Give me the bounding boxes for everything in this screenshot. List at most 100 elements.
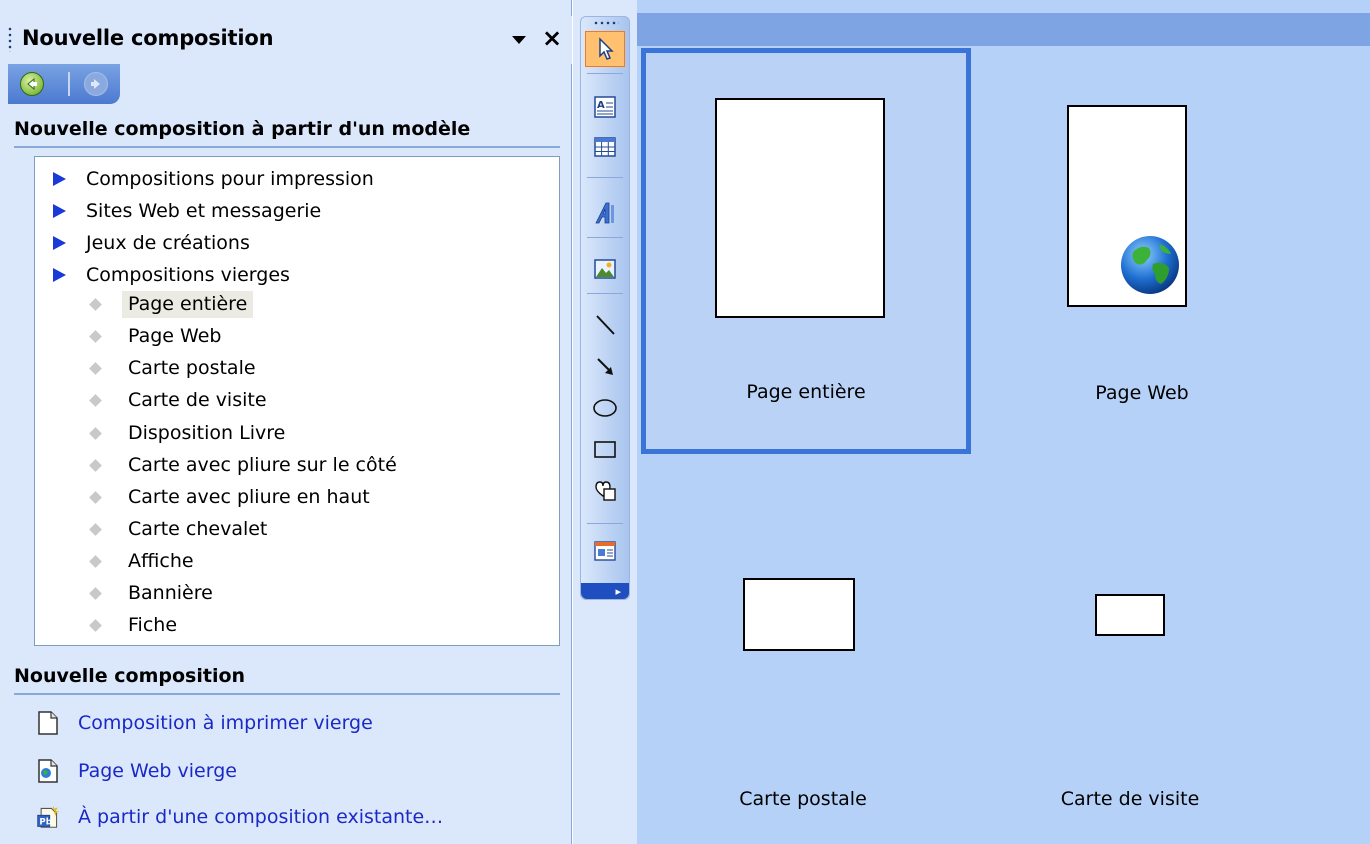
new-section-heading: Nouvelle composition [14, 665, 560, 695]
toolbar-separator [587, 293, 623, 294]
gallery-item-business-card[interactable]: Carte de visite [977, 472, 1349, 832]
gallery-item-label: Carte de visite [1060, 788, 1200, 810]
objects-toolbar: A ▸ [580, 16, 630, 600]
design-gallery-object-icon [594, 541, 616, 561]
blank-item-label: Bannière [128, 581, 213, 604]
back-button[interactable] [20, 72, 44, 96]
rectangle-tool-button[interactable] [585, 431, 625, 467]
blank-item-poster[interactable]: Affiche [89, 546, 200, 576]
dropdown-arrow-icon [512, 36, 526, 44]
design-gallery-object-button[interactable] [585, 533, 625, 569]
blank-item-label: Carte chevalet [128, 517, 268, 540]
blank-item-label: Carte avec pliure sur le côté [128, 453, 397, 476]
category-label: Jeux de créations [86, 232, 250, 254]
blank-item-business-card[interactable]: Carte de visite [89, 385, 273, 415]
blank-item-side-fold-card[interactable]: Carte avec pliure sur le côté [89, 450, 403, 480]
toolbar-grip-handle[interactable] [593, 21, 619, 25]
blank-item-label: Disposition Livre [128, 421, 286, 444]
back-arrow-icon [27, 77, 37, 91]
link-from-existing[interactable]: Pb À partir d'une composition existante… [36, 802, 443, 832]
toolbar-separator [587, 237, 623, 238]
blank-item-index-card[interactable]: Fiche [89, 610, 183, 640]
gallery-item-postcard[interactable]: Carte postale [641, 472, 971, 832]
blank-item-banner[interactable]: Bannière [89, 578, 219, 608]
web-page-icon [36, 758, 60, 784]
gallery-item-web-page[interactable]: Page Web [977, 48, 1349, 454]
task-pane-title: Nouvelle composition [22, 26, 274, 50]
toolbar-separator [587, 177, 623, 178]
arrow-tool-icon [597, 358, 613, 375]
template-list: Compositions pour impression Sites Web e… [34, 156, 560, 646]
expand-arrow-icon [53, 172, 66, 186]
toolbar-options-button[interactable]: ▸ [581, 583, 629, 599]
pane-grip-handle[interactable] [8, 26, 12, 52]
category-label: Sites Web et messagerie [86, 200, 322, 222]
picture-tool-button[interactable] [585, 251, 625, 287]
blank-document-icon [36, 710, 60, 736]
toolbar-separator [587, 73, 623, 74]
category-design-sets[interactable]: Jeux de créations [53, 229, 250, 257]
pointer-tool-button[interactable] [585, 31, 625, 67]
category-label: Compositions pour impression [86, 168, 374, 190]
blank-item-tent-card[interactable]: Carte chevalet [89, 514, 273, 544]
gallery-item-full-page[interactable]: Page entière [641, 48, 971, 454]
blank-item-postcard[interactable]: Carte postale [89, 353, 262, 383]
pointer-tool-icon [599, 37, 614, 60]
task-pane-header: Nouvelle composition × [0, 16, 572, 64]
expand-arrow-icon [53, 268, 66, 282]
publisher-file-icon: Pb [36, 804, 60, 830]
forward-arrow-icon [91, 79, 100, 89]
page-thumbnail [715, 98, 885, 318]
page-thumbnail [743, 578, 855, 651]
forward-button[interactable] [84, 72, 108, 96]
category-print[interactable]: Compositions pour impression [53, 165, 374, 193]
text-box-tool-icon: A [594, 96, 616, 118]
line-tool-button[interactable] [585, 307, 625, 343]
rectangle-tool-icon [594, 441, 616, 458]
blank-item-web-page[interactable]: Page Web [89, 321, 227, 351]
blank-item-full-page[interactable]: Page entière [89, 289, 254, 319]
globe-icon [1121, 236, 1179, 294]
category-blank[interactable]: Compositions vierges [53, 261, 290, 289]
objects-toolbar-area: A ▸ [573, 0, 637, 844]
link-blank-web[interactable]: Page Web vierge [36, 756, 237, 786]
oval-tool-button[interactable] [585, 389, 625, 425]
templates-section-heading: Nouvelle composition à partir d'un modèl… [14, 118, 560, 148]
gallery-item-label: Page Web [1095, 382, 1189, 404]
svg-text:A: A [597, 100, 605, 111]
bullet-icon [89, 458, 102, 472]
blank-item-book-layout[interactable]: Disposition Livre [89, 418, 291, 448]
wordart-tool-button[interactable] [585, 195, 625, 231]
bullet-icon [89, 329, 102, 343]
link-label: Page Web vierge [78, 760, 237, 782]
blank-item-label: Fiche [128, 613, 178, 636]
table-tool-button[interactable] [585, 129, 625, 165]
blank-item-top-fold-card[interactable]: Carte avec pliure en haut [89, 482, 376, 512]
blank-item-label: Carte de visite [128, 388, 267, 411]
category-label: Compositions vierges [86, 264, 290, 286]
autoshapes-tool-button[interactable] [585, 473, 625, 509]
link-blank-print[interactable]: Composition à imprimer vierge [36, 708, 373, 738]
page-thumbnail [1095, 594, 1165, 636]
task-pane-nav-bar [8, 64, 120, 104]
blank-item-label: Carte avec pliure en haut [128, 485, 370, 508]
bullet-icon [89, 586, 102, 600]
template-gallery: Page entière Page Web Carte postale Cart [637, 0, 1370, 844]
bullet-icon [89, 297, 102, 311]
blank-item-label: Carte postale [128, 356, 256, 379]
bullet-icon [89, 554, 102, 568]
expand-arrow-icon [53, 204, 66, 218]
link-label: À partir d'une composition existante… [78, 806, 444, 828]
bullet-icon [89, 393, 102, 407]
arrow-tool-button[interactable] [585, 349, 625, 385]
category-web[interactable]: Sites Web et messagerie [53, 197, 321, 225]
line-tool-icon [596, 315, 615, 335]
text-box-tool-button[interactable]: A [585, 89, 625, 125]
task-pane-menu-button[interactable] [508, 30, 530, 50]
toolbar-separator [587, 523, 623, 524]
task-pane-close-button[interactable]: × [540, 24, 564, 52]
bullet-icon [89, 618, 102, 632]
oval-tool-icon [593, 399, 617, 417]
blank-item-label: Page entière [122, 290, 254, 318]
link-label: Composition à imprimer vierge [78, 712, 373, 734]
